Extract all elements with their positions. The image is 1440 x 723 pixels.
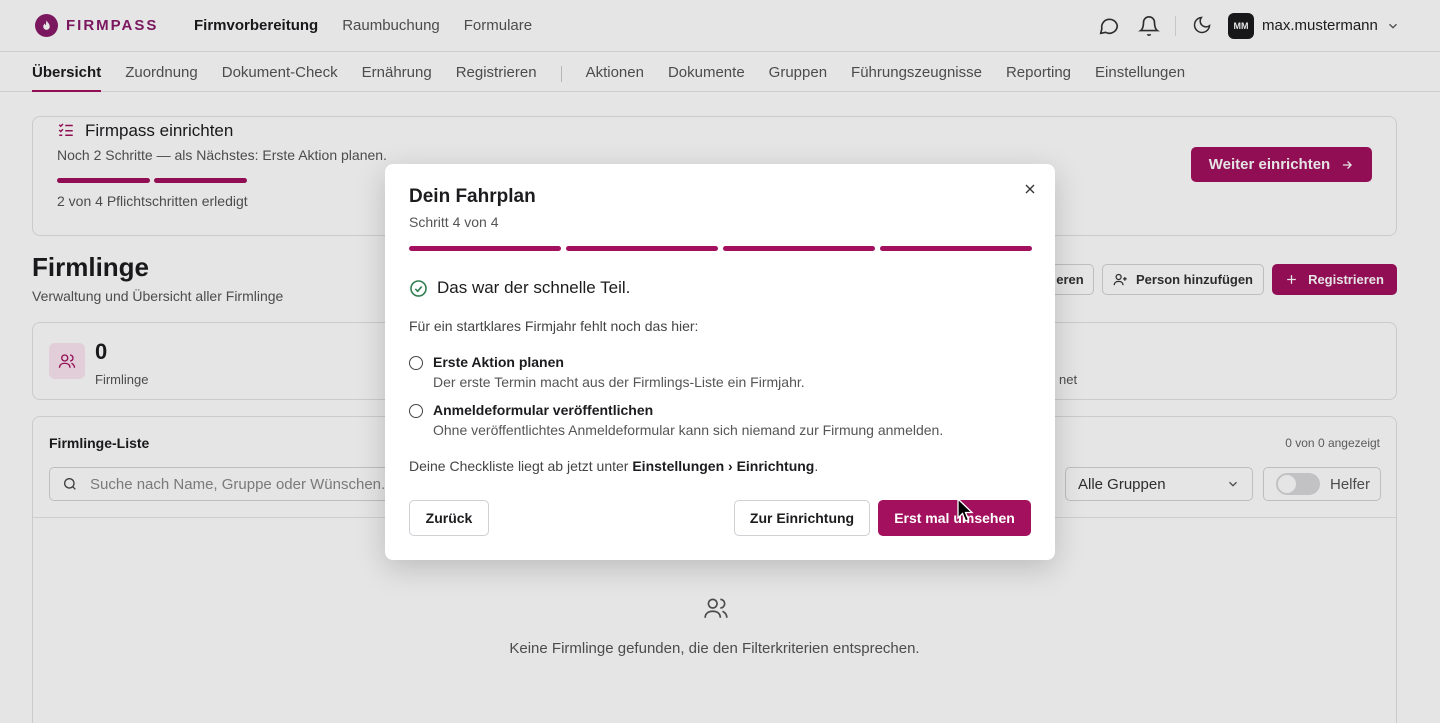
- radio-empty-icon[interactable]: [409, 404, 423, 418]
- checklist-path: Einstellungen › Einrichtung: [632, 458, 815, 474]
- done-message: Das war der schnelle Teil.: [409, 278, 630, 298]
- to-setup-button[interactable]: Zur Einrichtung: [734, 500, 870, 536]
- dialog-intro: Für ein startklares Firmjahr fehlt noch …: [409, 318, 699, 334]
- roadmap-dialog: Dein Fahrplan Schritt 4 von 4 Das war de…: [385, 164, 1055, 560]
- dialog-step: Schritt 4 von 4: [409, 214, 499, 230]
- dialog-title: Dein Fahrplan: [409, 186, 536, 207]
- look-around-button[interactable]: Erst mal umsehen: [878, 500, 1031, 536]
- radio-empty-icon[interactable]: [409, 356, 423, 370]
- dialog-progress: [409, 246, 1032, 251]
- checklist-note: Deine Checkliste liegt ab jetzt unter Ei…: [409, 458, 819, 474]
- check-circle-icon: [410, 279, 427, 297]
- task-first-action[interactable]: Erste Aktion planen Der erste Termin mac…: [409, 354, 805, 390]
- back-button[interactable]: Zurück: [409, 500, 489, 536]
- task-publish-form[interactable]: Anmeldeformular veröffentlichen Ohne ver…: [409, 402, 943, 438]
- close-icon[interactable]: [1022, 181, 1038, 197]
- mouse-cursor-icon: [957, 498, 974, 522]
